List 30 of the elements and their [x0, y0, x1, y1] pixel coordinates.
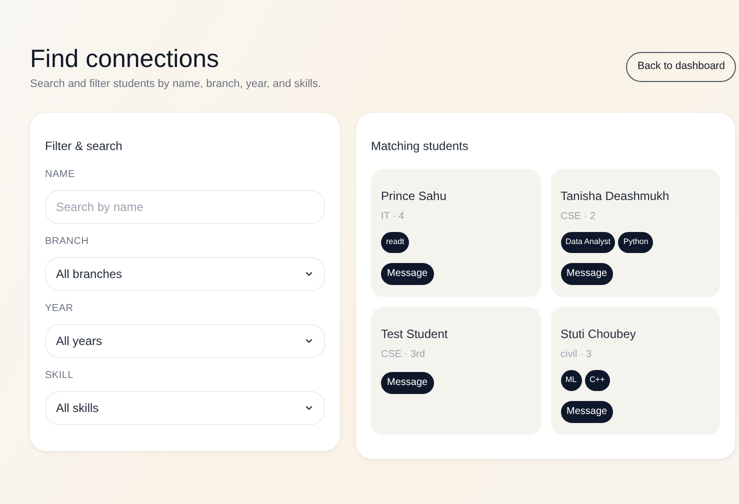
name-search-field[interactable]: Search by name [45, 190, 325, 224]
student-meta: CSE · 3rd [381, 348, 426, 362]
field-label: YEAR [45, 302, 74, 316]
message-button[interactable]: Message [381, 372, 434, 394]
student-meta: civil · 3 [560, 348, 593, 362]
skill-tag: Data Analyst [560, 232, 616, 252]
student-meta: IT · 4 [381, 210, 406, 224]
student-name: Stuti Choubey [560, 326, 637, 342]
dropdown-field[interactable]: All years [45, 324, 325, 358]
skill-tag: ML [560, 370, 582, 390]
field-label: SKILL [45, 368, 74, 382]
panel-title: Filter & search [45, 138, 124, 154]
message-button[interactable]: Message [381, 262, 434, 284]
dropdown-field[interactable]: All skills [45, 390, 325, 424]
student-name: Test Student [381, 326, 449, 342]
page-subtitle: Search and filter students by name, branch, year, and skills. [30, 77, 322, 92]
skill-tag: readt [381, 232, 410, 252]
panel-title: Matching students [371, 138, 470, 154]
dropdown-field[interactable]: All branches [45, 256, 325, 290]
back-button[interactable]: Back to dashboard [626, 52, 736, 82]
message-button[interactable]: Message [560, 262, 614, 284]
message-button[interactable]: Message [560, 400, 614, 422]
page-title: Find connections [30, 44, 220, 74]
field-label: NAME [45, 168, 76, 182]
student-name: Tanisha Deashmukh [560, 188, 670, 204]
student-meta: CSE · 2 [560, 210, 597, 224]
field-label: BRANCH [45, 234, 90, 248]
skill-tag: Python [618, 232, 654, 252]
skill-tag: C++ [584, 370, 610, 390]
student-name: Prince Sahu [381, 188, 448, 204]
